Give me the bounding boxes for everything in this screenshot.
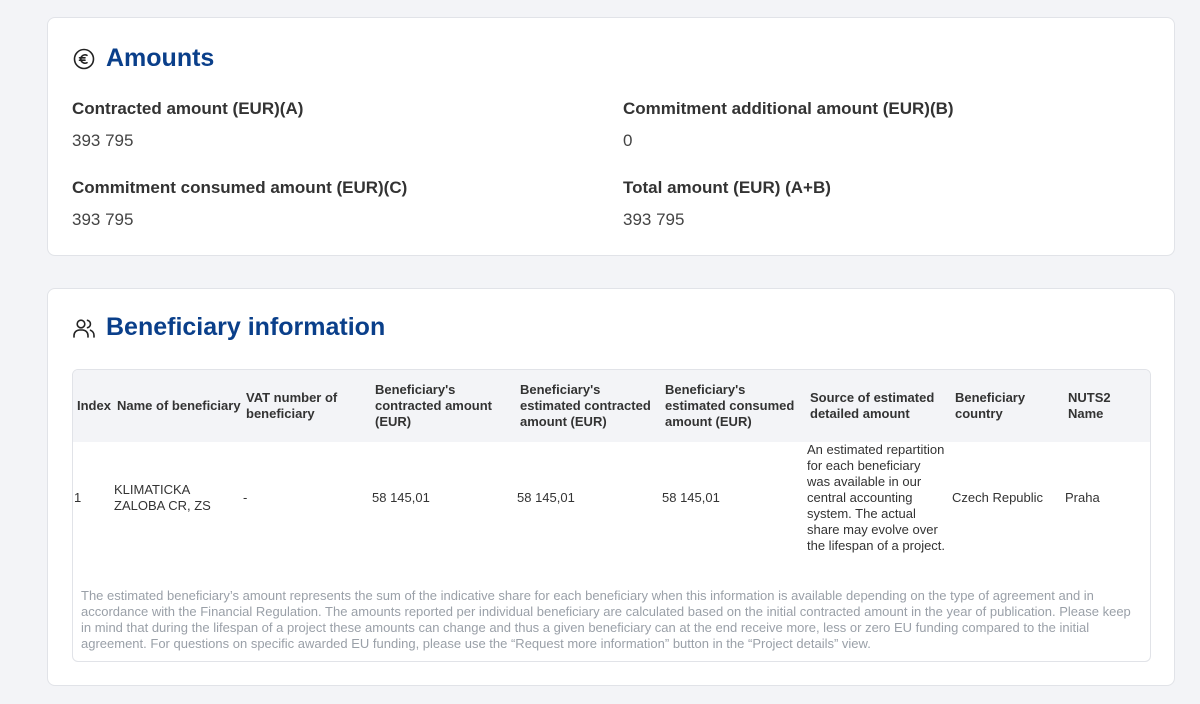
users-icon — [72, 316, 96, 340]
beneficiary-title: Beneficiary information — [72, 313, 385, 342]
col-vat: VAT number of beneficiary — [246, 390, 338, 421]
cell-est-consumed: 58 145,01 — [662, 490, 720, 505]
cell-nuts2: Praha — [1065, 490, 1100, 505]
col-est-consumed: Beneficiary's estimated consumed amount … — [665, 382, 795, 429]
col-name: Name of beneficiary — [117, 398, 241, 413]
contracted-amount-field: Contracted amount (EUR)(A) 393 795 — [72, 99, 303, 151]
col-contracted: Beneficiary's contracted amount (EUR) — [375, 382, 493, 429]
additional-amount-value: 0 — [623, 131, 633, 150]
total-amount-field: Total amount (EUR) (A+B) 393 795 — [623, 178, 831, 230]
beneficiary-table: Index Name of beneficiary VAT number of … — [72, 369, 1151, 662]
amounts-title: Amounts — [72, 44, 214, 73]
contracted-amount-label: Contracted amount (EUR)(A) — [72, 99, 304, 118]
euro-circle-icon — [72, 47, 96, 71]
cell-name: KLIMATICKA ZALOBA CR, ZS — [114, 482, 211, 513]
cell-source: An estimated repartition for each benefi… — [807, 442, 946, 553]
cell-est-contracted: 58 145,01 — [517, 490, 575, 505]
contracted-amount-value: 393 795 — [72, 131, 134, 150]
consumed-amount-value: 393 795 — [72, 210, 134, 229]
additional-amount-label: Commitment additional amount (EUR)(B) — [623, 99, 954, 118]
beneficiary-title-text: Beneficiary information — [106, 313, 386, 341]
amounts-title-text: Amounts — [106, 44, 215, 72]
col-source: Source of estimated detailed amount — [810, 390, 935, 421]
consumed-amount-label: Commitment consumed amount (EUR)(C) — [72, 178, 408, 197]
beneficiary-disclaimer-note: The estimated beneficiary’s amount repre… — [81, 588, 1131, 651]
total-amount-label: Total amount (EUR) (A+B) — [623, 178, 831, 197]
cell-contracted: 58 145,01 — [372, 490, 430, 505]
col-est-contracted: Beneficiary's estimated contracted amoun… — [520, 382, 651, 429]
col-country: Beneficiary country — [955, 390, 1026, 421]
total-amount-value: 393 795 — [623, 210, 685, 229]
cell-index: 1 — [74, 490, 82, 505]
col-index: Index — [77, 398, 111, 413]
beneficiary-card: Beneficiary information Index Name of be… — [47, 288, 1175, 686]
consumed-amount-field: Commitment consumed amount (EUR)(C) 393 … — [72, 178, 407, 230]
amounts-card: Amounts Contracted amount (EUR)(A) 393 7… — [47, 17, 1175, 256]
table-header: Index Name of beneficiary VAT number of … — [73, 370, 1150, 442]
additional-amount-field: Commitment additional amount (EUR)(B) 0 — [623, 99, 954, 151]
cell-vat: - — [243, 490, 248, 505]
cell-country: Czech Republic — [952, 490, 1044, 505]
col-nuts2: NUTS2 Name — [1068, 390, 1111, 421]
